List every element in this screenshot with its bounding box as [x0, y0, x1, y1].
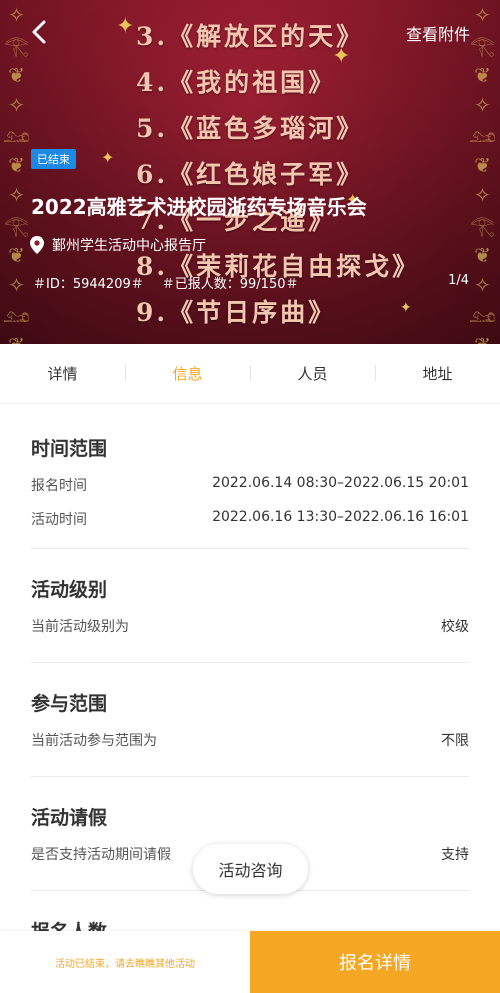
event-poster-banner[interactable]: ✧𓂀❦✧𓃭❦✧𓂀❦✧𓃭❦ ✧𓂀❦✧𓃭❦✧𓂀❦✧𓃭❦ ✦ ✦ ✦ ✦ ✦ 3.《解…	[0, 0, 500, 344]
poster-line: 4.《我的祖国》	[136, 68, 337, 97]
bottom-action-bar: 活动已结束，请去瞧瞧其他活动 报名详情	[0, 931, 500, 993]
leave-value: 支持	[441, 847, 469, 863]
level-value: 校级	[441, 619, 469, 635]
ornament-right: ✧𓂀❦✧𓃭❦✧𓂀❦✧𓃭❦	[468, 3, 498, 344]
consult-button[interactable]: 活动咨询	[193, 844, 308, 894]
location-pin-icon	[30, 236, 44, 254]
signup-time-value: 2022.06.14 08:30–2022.06.15 20:01	[212, 475, 469, 491]
activity-ended-note[interactable]: 活动已结束，请去瞧瞧其他活动	[0, 931, 250, 993]
signup-time-row: 报名时间 2022.06.14 08:30–2022.06.15 20:01	[31, 475, 469, 495]
signup-count: ＃已报人数：99/150＃	[161, 277, 299, 292]
event-title: 2022高雅艺术进校园浙药专场音乐会	[31, 195, 367, 219]
register-detail-button[interactable]: 报名详情	[250, 931, 500, 993]
level-label: 当前活动级别为	[31, 619, 129, 635]
event-id: ＃ID：5944209＃	[33, 277, 144, 292]
level-row: 当前活动级别为 校级	[31, 616, 469, 636]
tab-people[interactable]: 人员	[250, 363, 375, 384]
activity-time-row: 活动时间 2022.06.16 13:30–2022.06.16 16:01	[31, 509, 469, 529]
activity-time-value: 2022.06.16 13:30–2022.06.16 16:01	[212, 509, 469, 525]
scope-row: 当前活动参与范围为 不限	[31, 730, 469, 750]
poster-line: 9.《节日序曲》	[136, 298, 337, 327]
section-activity-level: 活动级别 当前活动级别为 校级	[31, 549, 469, 663]
poster-line: 5.《蓝色多瑙河》	[136, 114, 365, 143]
location-text: 鄞州学生活动中心报告厅	[52, 238, 206, 254]
back-arrow-icon	[32, 20, 46, 44]
back-button[interactable]	[26, 18, 52, 46]
section-time-range: 时间范围 报名时间 2022.06.14 08:30–2022.06.15 20…	[31, 405, 469, 549]
view-attachments-button[interactable]: 查看附件	[406, 21, 470, 45]
status-badge: 已结束	[31, 149, 76, 169]
ornament-left: ✧𓂀❦✧𓃭❦✧𓂀❦✧𓃭❦	[2, 3, 32, 344]
signup-time-label: 报名时间	[31, 478, 87, 494]
sparkle-icon: ✦	[101, 148, 115, 167]
section-participation-scope: 参与范围 当前活动参与范围为 不限	[31, 663, 469, 777]
activity-time-label: 活动时间	[31, 512, 87, 528]
scope-label: 当前活动参与范围为	[31, 733, 157, 749]
section-title: 活动请假	[31, 807, 108, 829]
section-title: 活动级别	[31, 579, 108, 601]
tab-bar: 详情 信息 人员 地址	[0, 344, 500, 404]
poster-line: 3.《解放区的天》	[136, 22, 365, 51]
scope-value: 不限	[441, 733, 469, 749]
event-meta: ＃ID：5944209＃ ＃已报人数：99/150＃	[33, 273, 299, 292]
tab-address[interactable]: 地址	[375, 363, 500, 384]
section-title: 时间范围	[31, 438, 108, 460]
section-title: 参与范围	[31, 693, 108, 715]
image-pager: 1/4	[448, 273, 469, 288]
leave-label: 是否支持活动期间请假	[31, 847, 171, 863]
tab-details[interactable]: 详情	[0, 363, 125, 384]
location-row[interactable]: 鄞州学生活动中心报告厅	[30, 235, 206, 255]
tab-info[interactable]: 信息	[125, 363, 250, 384]
sparkle-icon: ✦	[116, 14, 135, 39]
